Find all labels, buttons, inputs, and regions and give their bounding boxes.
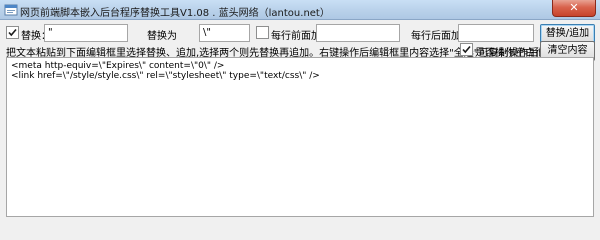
replace-checkbox[interactable] (6, 26, 19, 39)
editor-line: <link href=\"/style/style.css\" rel=\"st… (11, 71, 320, 81)
close-icon: ✕ (569, 1, 579, 14)
check-icon (8, 28, 17, 37)
title-bar: 网页前端脚本嵌入后台程序替换工具V1.08 . 蓝头网络（lantou.net）… (0, 0, 600, 20)
prefix-checkbox[interactable] (256, 26, 269, 39)
app-icon (4, 4, 18, 16)
replace-with-label: 替换为 (147, 31, 177, 42)
prefix-input[interactable] (316, 24, 400, 42)
close-button[interactable]: ✕ (552, 0, 596, 17)
replace-input[interactable]: \" (199, 24, 250, 42)
check-icon (462, 45, 471, 54)
find-input[interactable]: " (44, 24, 128, 42)
skip-blank-checkbox[interactable] (460, 43, 473, 56)
editor-textarea[interactable]: <meta http-equiv=\"Expires\" content=\"0… (6, 57, 594, 217)
window-title: 网页前端脚本嵌入后台程序替换工具V1.08 . 蓝头网络（lantou.net） (20, 8, 330, 19)
suffix-label: 每行后面加: (411, 31, 465, 42)
editor-line: <meta http-equiv=\"Expires\" content=\"0… (11, 61, 225, 71)
suffix-input[interactable] (458, 24, 534, 42)
